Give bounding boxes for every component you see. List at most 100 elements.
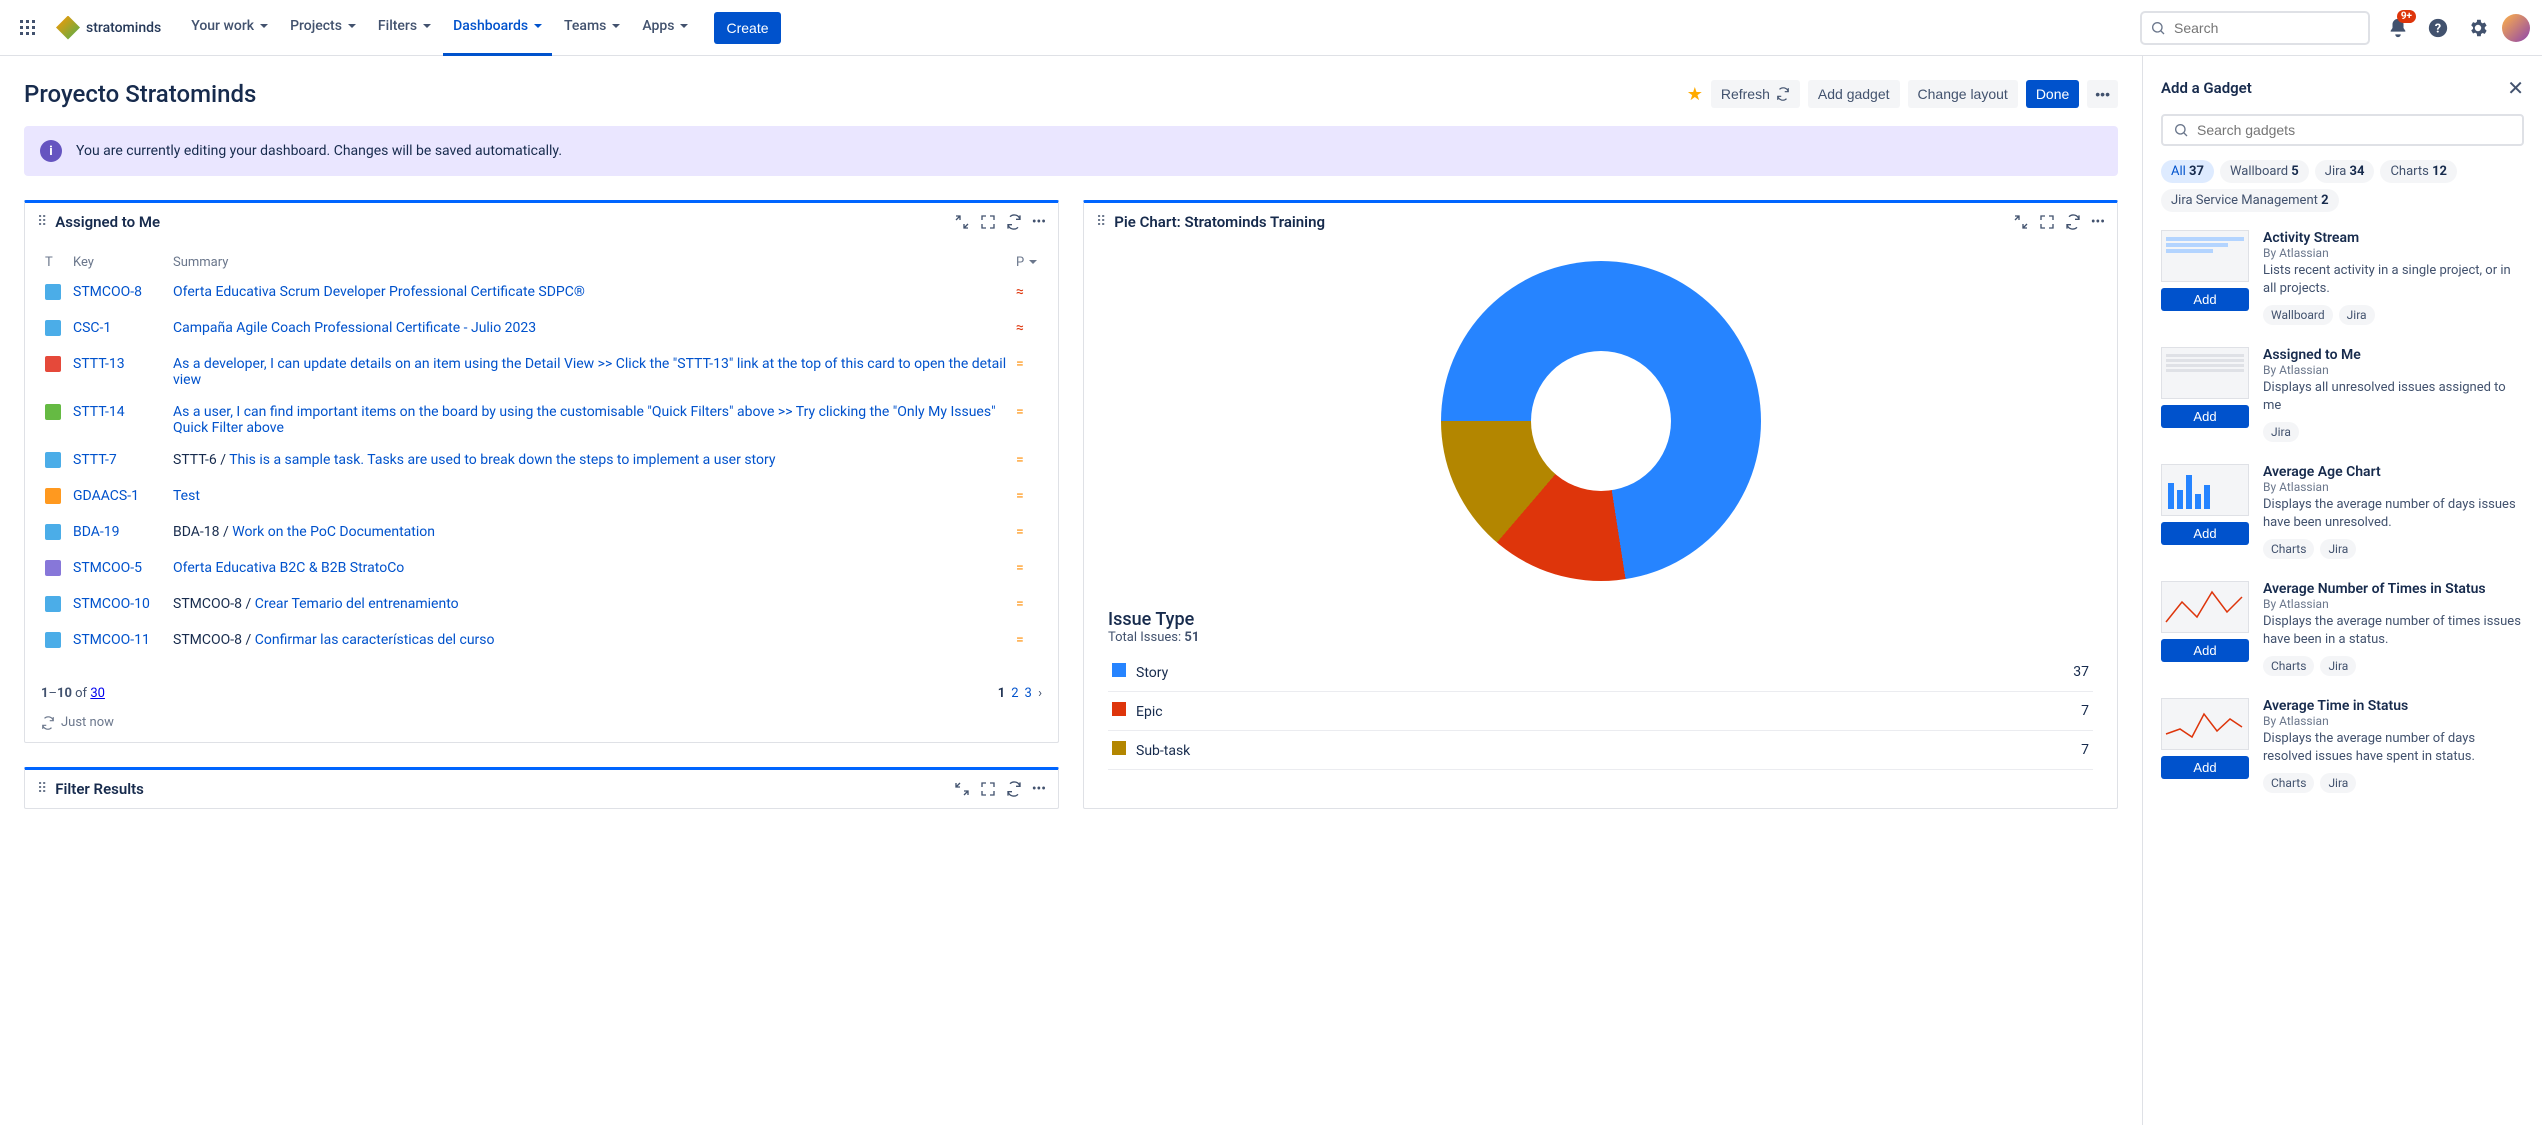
issue-key-link[interactable]: STMCOO-11 — [73, 632, 150, 648]
tag-chip[interactable]: Jira — [2320, 656, 2356, 676]
issue-summary-link[interactable]: Oferta Educativa B2C & B2B StratoCo — [173, 560, 404, 576]
product-logo[interactable]: stratominds — [48, 16, 169, 40]
table-row: STMCOO-8 Oferta Educativa Scrum Developer… — [41, 276, 1042, 312]
global-search[interactable] — [2140, 11, 2370, 45]
legend-label: Story — [1136, 665, 1168, 681]
tag-chip[interactable]: Jira — [2320, 773, 2356, 793]
issue-summary-link[interactable]: Oferta Educativa Scrum Developer Profess… — [173, 284, 585, 300]
col-priority[interactable]: P — [1012, 249, 1042, 276]
last-refresh-text: Just now — [61, 715, 114, 730]
done-button[interactable]: Done — [2026, 80, 2079, 108]
drag-handle-icon[interactable]: ⠿ — [1096, 214, 1106, 230]
issue-summary-link[interactable]: As a user, I can find important items on… — [173, 404, 996, 436]
issue-key-link[interactable]: STMCOO-5 — [73, 560, 142, 576]
page-link[interactable]: 3 — [1025, 686, 1032, 701]
nav-item-your-work[interactable]: Your work — [181, 0, 278, 56]
page-link[interactable]: 2 — [1011, 686, 1018, 701]
gadget-thumbnail — [2161, 464, 2249, 516]
add-gadget-button[interactable]: Add — [2161, 288, 2249, 311]
tag-chip[interactable]: Charts — [2263, 656, 2314, 676]
refresh-icon[interactable] — [41, 716, 55, 730]
add-gadget-button[interactable]: Add — [2161, 756, 2249, 779]
maximize-icon[interactable] — [980, 214, 996, 230]
add-gadget-panel: Add a Gadget ✕ All 37Wallboard 5Jira 34C… — [2142, 56, 2542, 1125]
tag-chip[interactable]: Wallboard — [2263, 305, 2333, 325]
maximize-icon[interactable] — [980, 781, 996, 797]
issue-key-link[interactable]: STMCOO-10 — [73, 596, 150, 612]
refresh-button[interactable]: Refresh — [1711, 80, 1800, 108]
legend-title: Issue Type — [1108, 609, 2093, 630]
add-gadget-button[interactable]: Add — [2161, 639, 2249, 662]
issue-key-link[interactable]: GDAACS-1 — [73, 488, 139, 504]
user-avatar[interactable] — [2502, 14, 2530, 42]
tag-chip[interactable]: Jira — [2339, 305, 2375, 325]
issue-key-link[interactable]: STTT-7 — [73, 452, 117, 468]
legend-label: Sub-task — [1136, 743, 1190, 759]
tag-chip[interactable]: Jira — [2320, 539, 2356, 559]
nav-item-apps[interactable]: Apps — [632, 0, 698, 56]
issue-type-icon — [45, 284, 61, 300]
issue-summary-link[interactable]: Crear Temario del entrenamiento — [255, 596, 459, 612]
refresh-gadget-icon[interactable] — [1006, 214, 1022, 230]
issue-summary-link[interactable]: As a developer, I can update details on … — [173, 356, 1006, 388]
filter-chip-jira[interactable]: Jira 34 — [2315, 160, 2375, 183]
issue-key-link[interactable]: BDA-19 — [73, 524, 120, 540]
chevron-down-icon — [532, 18, 542, 34]
maximize-icon[interactable] — [2039, 214, 2055, 230]
drag-handle-icon[interactable]: ⠿ — [37, 214, 47, 230]
refresh-gadget-icon[interactable] — [2065, 214, 2081, 230]
drag-handle-icon[interactable]: ⠿ — [37, 781, 47, 797]
collapse-icon[interactable] — [954, 214, 970, 230]
issue-summary-link[interactable]: This is a sample task. Tasks are used to… — [229, 452, 775, 468]
col-type: T — [41, 249, 69, 276]
gadget-more-icon[interactable]: ••• — [1032, 781, 1046, 797]
collapse-icon[interactable] — [2013, 214, 2029, 230]
search-input[interactable] — [2174, 20, 2360, 36]
gadget-more-icon[interactable]: ••• — [2091, 214, 2105, 230]
issue-key-link[interactable]: STTT-13 — [73, 356, 125, 372]
gadget-card-author: By Atlassian — [2263, 597, 2524, 611]
filter-chip-all[interactable]: All 37 — [2161, 160, 2214, 183]
create-button[interactable]: Create — [714, 12, 780, 44]
nav-item-projects[interactable]: Projects — [280, 0, 366, 56]
nav-item-teams[interactable]: Teams — [554, 0, 630, 56]
tag-chip[interactable]: Jira — [2263, 422, 2299, 442]
add-gadget-button[interactable]: Add — [2161, 522, 2249, 545]
issue-key-link[interactable]: STTT-14 — [73, 404, 125, 420]
filter-chip-jira-service-management[interactable]: Jira Service Management 2 — [2161, 189, 2339, 212]
refresh-gadget-icon[interactable] — [1006, 781, 1022, 797]
expand-icon[interactable] — [954, 781, 970, 797]
issue-key-link[interactable]: STMCOO-8 — [73, 284, 142, 300]
add-gadget-button[interactable]: Add gadget — [1808, 80, 1900, 108]
issue-summary-link[interactable]: Confirmar las características del curso — [255, 632, 495, 648]
close-icon[interactable]: ✕ — [2507, 76, 2524, 100]
gadget-search[interactable] — [2161, 114, 2524, 146]
nav-item-dashboards[interactable]: Dashboards — [443, 0, 552, 56]
gadget-more-icon[interactable]: ••• — [1032, 214, 1046, 230]
gadget-card: AddActivity StreamBy AtlassianLists rece… — [2161, 230, 2524, 325]
star-icon[interactable]: ★ — [1687, 84, 1703, 105]
more-actions-icon[interactable]: ••• — [2087, 80, 2118, 108]
help-icon[interactable]: ? — [2422, 12, 2454, 44]
gadget-search-input[interactable] — [2197, 122, 2512, 138]
table-row: STMCOO-10STMCOO-8 / Crear Temario del en… — [41, 588, 1042, 624]
tag-chip[interactable]: Charts — [2263, 539, 2314, 559]
next-page-icon[interactable]: › — [1035, 686, 1042, 701]
legend-total: Total Issues: 51 — [1108, 630, 2093, 645]
tag-chip[interactable]: Charts — [2263, 773, 2314, 793]
issue-summary-link[interactable]: Test — [173, 488, 200, 504]
issue-summary-link[interactable]: Work on the PoC Documentation — [232, 524, 435, 540]
add-gadget-button[interactable]: Add — [2161, 405, 2249, 428]
gadget-thumbnail — [2161, 581, 2249, 633]
filter-chip-charts[interactable]: Charts 12 — [2380, 160, 2457, 183]
issue-key-link[interactable]: CSC-1 — [73, 320, 111, 336]
change-layout-button[interactable]: Change layout — [1908, 80, 2018, 108]
filter-chip-wallboard[interactable]: Wallboard 5 — [2220, 160, 2309, 183]
settings-icon[interactable] — [2462, 12, 2494, 44]
legend-value: 37 — [2073, 664, 2089, 680]
app-switcher-icon[interactable] — [12, 12, 44, 44]
gadget-card-description: Lists recent activity in a single projec… — [2263, 262, 2524, 297]
issue-summary-link[interactable]: Campaña Agile Coach Professional Certifi… — [173, 320, 536, 336]
nav-item-filters[interactable]: Filters — [368, 0, 441, 56]
notifications-icon[interactable]: 9+ — [2382, 12, 2414, 44]
